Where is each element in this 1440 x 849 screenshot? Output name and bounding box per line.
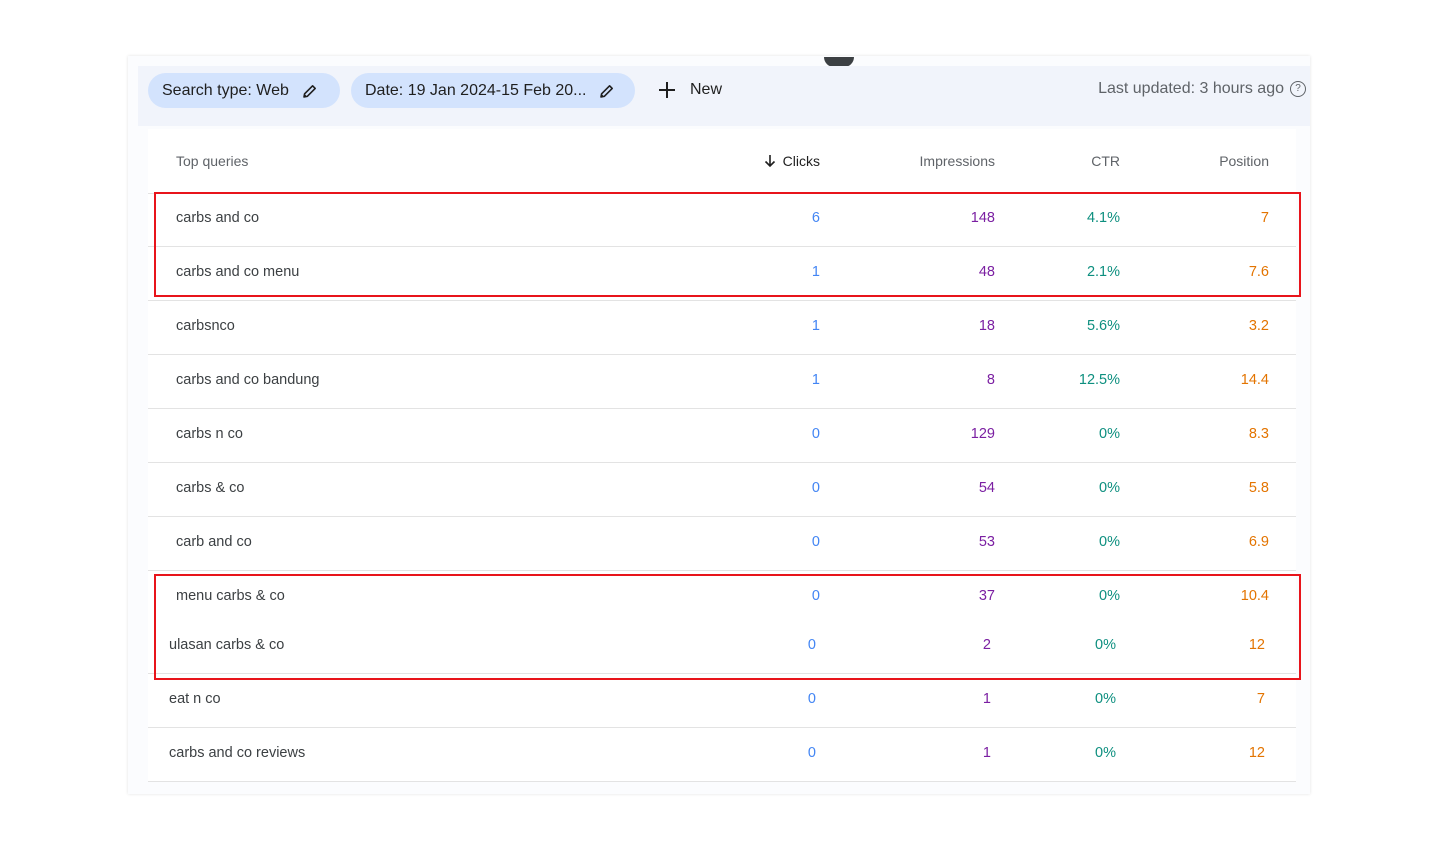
- help-icon[interactable]: ?: [1290, 81, 1306, 97]
- new-filter-button[interactable]: New: [654, 74, 722, 106]
- header-clicks-label: Clicks: [782, 153, 820, 169]
- impressions-cell: 148: [970, 210, 995, 226]
- new-filter-label: New: [690, 81, 723, 98]
- query-cell: carbsnco: [176, 318, 235, 334]
- query-cell: eat n co: [169, 691, 221, 707]
- position-cell: 7.6: [1248, 264, 1269, 280]
- impressions-cell: 8: [986, 372, 995, 388]
- impressions-cell: 1: [982, 745, 991, 761]
- clicks-cell: 0: [811, 426, 820, 442]
- table-row[interactable]: carbs and co bandung 1 8 12.5% 14.4: [148, 355, 1296, 409]
- ctr-cell: 0%: [1099, 588, 1120, 604]
- query-cell: carbs and co: [176, 210, 260, 226]
- table-row[interactable]: carbs and co menu 1 48 2.1% 7.6: [148, 247, 1296, 301]
- position-cell: 7: [1260, 210, 1269, 226]
- ctr-cell: 0%: [1099, 534, 1120, 550]
- ctr-cell: 0%: [1095, 637, 1116, 653]
- position-cell: 8.3: [1248, 426, 1269, 442]
- date-filter-chip[interactable]: Date: 19 Jan 2024-15 Feb 20...: [351, 73, 635, 108]
- clicks-cell: 0: [811, 588, 820, 604]
- query-cell: ulasan carbs & co: [169, 637, 285, 653]
- impressions-cell: 1: [982, 691, 991, 707]
- position-cell: 6.9: [1248, 534, 1269, 550]
- table-row[interactable]: menu carbs & co 0 37 0% 10.4: [148, 571, 1296, 625]
- query-cell: carbs and co menu: [176, 264, 300, 280]
- table-row[interactable]: carbs and co 6 148 4.1% 7: [148, 193, 1296, 247]
- ctr-cell: 12.5%: [1078, 372, 1120, 388]
- clicks-cell: 1: [811, 264, 820, 280]
- position-cell: 10.4: [1240, 588, 1269, 604]
- impressions-cell: 37: [978, 588, 995, 604]
- position-cell: 7: [1256, 691, 1265, 707]
- position-cell: 12: [1248, 637, 1265, 653]
- impressions-cell: 48: [978, 264, 995, 280]
- last-updated: Last updated: 3 hours ago ?: [1098, 80, 1306, 98]
- impressions-cell: 54: [978, 480, 995, 496]
- table-row[interactable]: carb and co 0 53 0% 6.9: [148, 517, 1296, 571]
- arrow-down-icon: [764, 155, 775, 168]
- table-row[interactable]: carbs n co 0 129 0% 8.3: [148, 409, 1296, 463]
- ctr-cell: 0%: [1099, 426, 1120, 442]
- impressions-cell: 53: [978, 534, 995, 550]
- clicks-cell: 1: [811, 318, 820, 334]
- position-cell: 12: [1248, 745, 1265, 761]
- plus-icon: [654, 77, 680, 103]
- impressions-cell: 18: [978, 318, 995, 334]
- ctr-cell: 0%: [1095, 691, 1116, 707]
- ctr-cell: 5.6%: [1086, 318, 1120, 334]
- last-updated-text: Last updated: 3 hours ago: [1098, 80, 1284, 97]
- header-clicks[interactable]: Clicks: [756, 153, 820, 169]
- search-type-filter-chip[interactable]: Search type: Web: [148, 73, 340, 108]
- pencil-icon[interactable]: [301, 82, 319, 100]
- date-filter-label: Date: 19 Jan 2024-15 Feb 20...: [365, 81, 587, 99]
- table-row[interactable]: ulasan carbs & co 0 2 0% 12: [148, 620, 1296, 674]
- clicks-cell: 1: [811, 372, 820, 388]
- position-cell: 14.4: [1240, 372, 1269, 388]
- clicks-cell: 0: [807, 691, 816, 707]
- clicks-cell: 0: [807, 637, 816, 653]
- ctr-cell: 0%: [1099, 480, 1120, 496]
- table-row[interactable]: carbs & co 0 54 0% 5.8: [148, 463, 1296, 517]
- ctr-cell: 2.1%: [1086, 264, 1120, 280]
- query-cell: menu carbs & co: [176, 588, 285, 604]
- pencil-icon[interactable]: [598, 82, 616, 100]
- clicks-cell: 6: [811, 210, 820, 226]
- header-ctr[interactable]: CTR: [1048, 153, 1120, 169]
- position-cell: 3.2: [1248, 318, 1269, 334]
- queries-table: Top queries Clicks Impressions CTR Posit…: [148, 129, 1296, 782]
- clicks-cell: 0: [811, 480, 820, 496]
- ctr-cell: 0%: [1095, 745, 1116, 761]
- ctr-cell: 4.1%: [1086, 210, 1120, 226]
- query-cell: carbs and co bandung: [176, 372, 320, 388]
- query-cell: carbs n co: [176, 426, 243, 442]
- table-row[interactable]: carbs and co reviews 0 1 0% 12: [148, 728, 1296, 782]
- query-cell: carbs & co: [176, 480, 245, 496]
- table-header: Top queries Clicks Impressions CTR Posit…: [148, 129, 1296, 194]
- clicks-cell: 0: [811, 534, 820, 550]
- query-cell: carbs and co reviews: [169, 745, 306, 761]
- table-row[interactable]: carbsnco 1 18 5.6% 3.2: [148, 301, 1296, 355]
- search-type-filter-label: Search type: Web: [162, 81, 289, 99]
- header-impressions[interactable]: Impressions: [895, 153, 995, 169]
- impressions-cell: 2: [982, 637, 991, 653]
- position-cell: 5.8: [1248, 480, 1269, 496]
- header-position[interactable]: Position: [1189, 153, 1269, 169]
- impressions-cell: 129: [970, 426, 995, 442]
- table-row[interactable]: eat n co 0 1 0% 7: [148, 674, 1296, 728]
- query-cell: carb and co: [176, 534, 252, 550]
- clicks-cell: 0: [807, 745, 816, 761]
- header-top-queries[interactable]: Top queries: [176, 153, 248, 169]
